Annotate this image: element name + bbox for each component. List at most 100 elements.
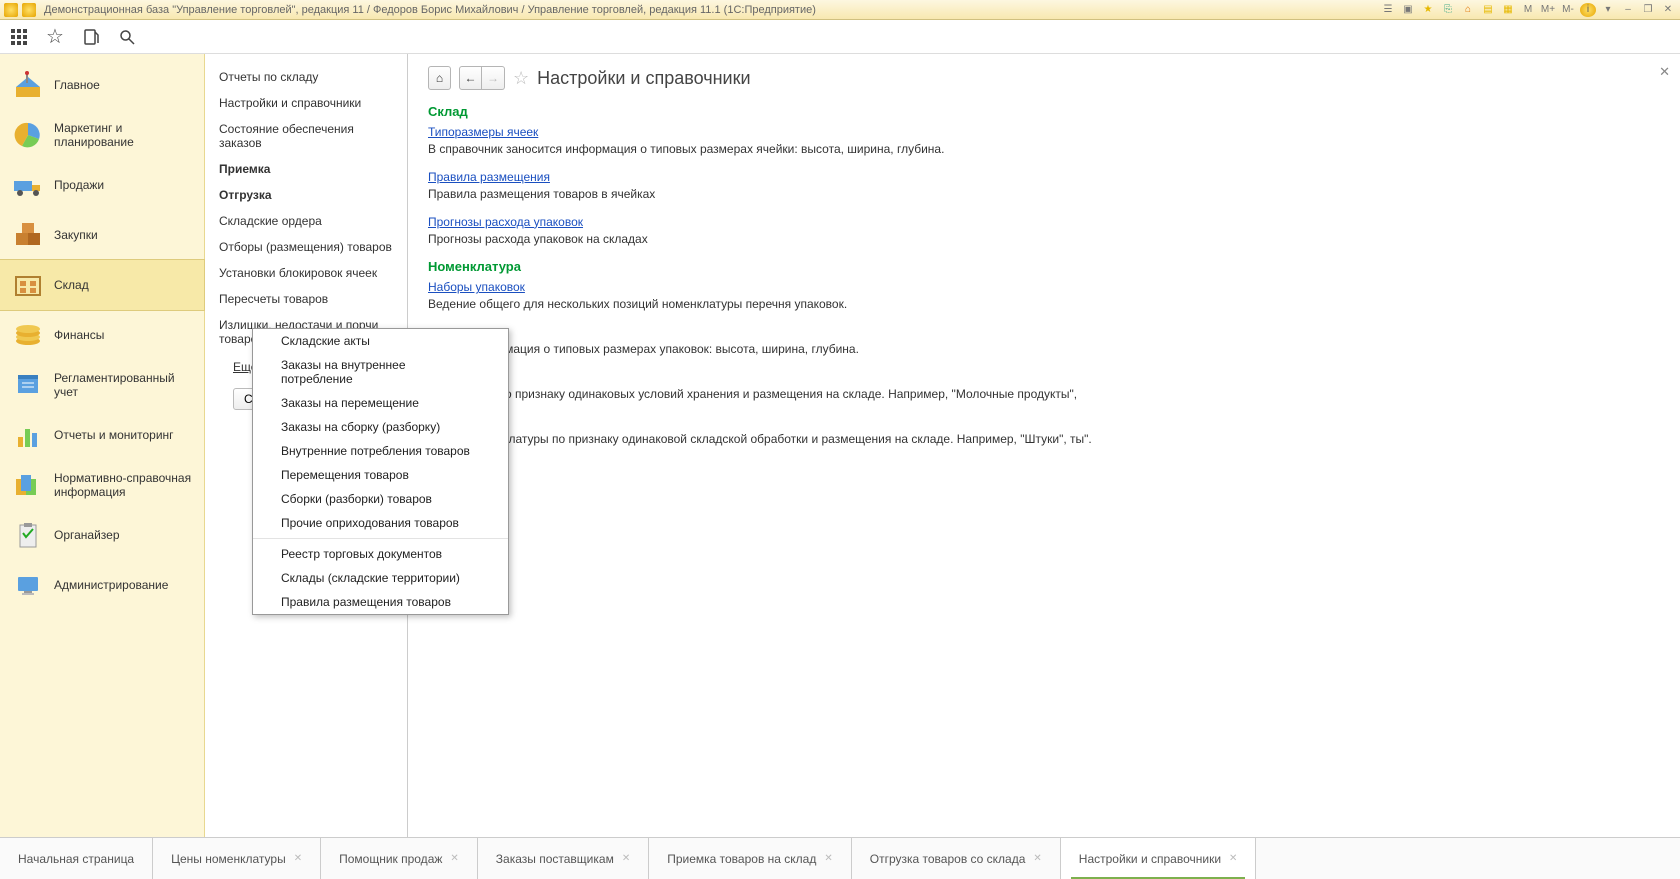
subnav-item-picking[interactable]: Отборы (размещения) товаров [205, 234, 407, 260]
tab-label: Настройки и справочники [1079, 852, 1221, 866]
link-cell-sizes[interactable]: Типоразмеры ячеек [428, 125, 538, 139]
tab-sales-assistant[interactable]: Помощник продаж ✕ [321, 838, 478, 879]
tab-close-icon[interactable]: ✕ [1229, 853, 1237, 864]
warehouse-icon [12, 269, 44, 301]
link-package-forecast[interactable]: Прогнозы расхода упаковок [428, 215, 583, 229]
subnav-item-settings[interactable]: Настройки и справочники [205, 90, 407, 116]
close-button[interactable]: ✕ [1660, 3, 1676, 17]
titlebar-scale-icon[interactable]: ▣ [1400, 3, 1416, 17]
desc-placement-rules: Правила размещения товаров в ячейках [428, 186, 1148, 203]
tab-settings[interactable]: Настройки и справочники ✕ [1061, 838, 1257, 879]
titlebar-mplus-btn[interactable]: М+ [1540, 3, 1556, 17]
titlebar-link-icon[interactable]: ⎘ [1440, 3, 1456, 17]
tab-start-page[interactable]: Начальная страница [0, 838, 153, 879]
popup-item-registry[interactable]: Реестр торговых документов [253, 542, 508, 566]
tab-label: Помощник продаж [339, 852, 442, 866]
subnav-item-orders[interactable]: Складские ордера [205, 208, 407, 234]
subnav-item-supply-state[interactable]: Состояние обеспечения заказов [205, 116, 407, 156]
window-title: Демонстрационная база "Управление торгов… [44, 4, 816, 16]
pie-chart-icon [12, 119, 44, 151]
link-package-sets[interactable]: Наборы упаковок [428, 280, 525, 294]
popup-item-other-receipts[interactable]: Прочие оприходования товаров [253, 511, 508, 535]
minimize-button[interactable]: – [1620, 3, 1636, 17]
popup-item-warehouses[interactable]: Склады (складские территории) [253, 566, 508, 590]
nav-item-sales[interactable]: Продажи [0, 160, 204, 210]
nav-item-warehouse[interactable]: Склад [0, 260, 204, 310]
desc-pack-groups-partial: аковок номенклатуры по признаку одинаков… [428, 431, 1148, 448]
section-heading-warehouse: Склад [428, 104, 1660, 119]
search-icon[interactable] [118, 28, 136, 46]
nav-item-marketing[interactable]: Маркетинг и планирование [0, 110, 204, 160]
favorite-star-icon[interactable]: ☆ [513, 68, 529, 89]
tab-close-icon[interactable]: ✕ [294, 853, 302, 864]
nav-label: Финансы [54, 328, 104, 342]
nav-item-main[interactable]: Главное [0, 60, 204, 110]
sections-icon[interactable] [10, 28, 28, 46]
coins-icon [12, 319, 44, 351]
popup-item-acts[interactable]: Складские акты [253, 329, 508, 353]
content-close-button[interactable]: ✕ [1659, 64, 1670, 80]
truck-icon [12, 169, 44, 201]
titlebar-calendar-icon[interactable]: ▦ [1500, 3, 1516, 17]
content-area: ✕ ⌂ ← → ☆ Настройки и справочники Склад … [408, 54, 1680, 837]
subnav-heading-shipping[interactable]: Отгрузка [205, 182, 407, 208]
page-title: Настройки и справочники [537, 68, 750, 89]
nav-item-reports[interactable]: Отчеты и мониторинг [0, 410, 204, 460]
tab-label: Приемка товаров на склад [667, 852, 816, 866]
nav-label: Закупки [54, 228, 98, 242]
popup-item-transfers[interactable]: Перемещения товаров [253, 463, 508, 487]
titlebar-star-icon[interactable]: ★ [1420, 3, 1436, 17]
subnav-item-reports[interactable]: Отчеты по складу [205, 64, 407, 90]
nav-item-purchases[interactable]: Закупки [0, 210, 204, 260]
back-button[interactable]: ← [459, 66, 482, 90]
popup-item-assemblies[interactable]: Сборки (разборки) товаров [253, 487, 508, 511]
titlebar-calc-icon[interactable]: ▤ [1480, 3, 1496, 17]
home-icon [12, 69, 44, 101]
forward-button[interactable]: → [482, 66, 505, 90]
titlebar-mminus-btn[interactable]: М- [1560, 3, 1576, 17]
titlebar-home-icon[interactable]: ⌂ [1460, 3, 1476, 17]
desc-nomen-groups-partial: менклатуры по признаку одинаковых услови… [428, 386, 1148, 403]
titlebar-m-btn[interactable]: М [1520, 3, 1536, 17]
nav-item-accounting[interactable]: Регламентированный учет [0, 360, 204, 410]
popup-item-assembly-orders[interactable]: Заказы на сборку (разборку) [253, 415, 508, 439]
clipboard-icon [12, 519, 44, 551]
popup-item-transfer-orders[interactable]: Заказы на перемещение [253, 391, 508, 415]
tab-supplier-orders[interactable]: Заказы поставщикам ✕ [478, 838, 649, 879]
nav-item-reference[interactable]: Нормативно-справочная информация [0, 460, 204, 510]
titlebar-info-btn[interactable]: i [1580, 3, 1596, 17]
tab-close-icon[interactable]: ✕ [622, 853, 630, 864]
desc-package-forecast: Прогнозы расхода упаковок на складах [428, 231, 1148, 248]
tab-label: Отгрузка товаров со склада [870, 852, 1026, 866]
boxes-icon [12, 219, 44, 251]
desc-cell-sizes: В справочник заносится информация о типо… [428, 141, 1148, 158]
maximize-button[interactable]: ❐ [1640, 3, 1656, 17]
nav-item-finance[interactable]: Финансы [0, 310, 204, 360]
bar-chart-icon [12, 419, 44, 451]
nav-item-admin[interactable]: Администрирование [0, 560, 204, 610]
popup-item-internal-orders[interactable]: Заказы на внутреннее потребление [253, 353, 508, 391]
subnav-item-recounts[interactable]: Пересчеты товаров [205, 286, 407, 312]
reload-icon[interactable] [22, 3, 36, 17]
tab-close-icon[interactable]: ✕ [450, 853, 458, 864]
favorites-icon[interactable]: ☆ [46, 28, 64, 46]
popup-item-placement-rules[interactable]: Правила размещения товаров [253, 590, 508, 614]
tab-close-icon[interactable]: ✕ [1033, 853, 1041, 864]
tab-prices[interactable]: Цены номенклатуры ✕ [153, 838, 321, 879]
bottom-tabs: Начальная страница Цены номенклатуры ✕ П… [0, 837, 1680, 879]
subnav-heading-receiving[interactable]: Приемка [205, 156, 407, 182]
nav-label: Склад [54, 278, 89, 292]
tab-receive-goods[interactable]: Приемка товаров на склад ✕ [649, 838, 852, 879]
app-icon-1c [4, 3, 18, 17]
history-icon[interactable] [82, 28, 100, 46]
subnav-item-locks[interactable]: Установки блокировок ячеек [205, 260, 407, 286]
tab-ship-goods[interactable]: Отгрузка товаров со склада ✕ [852, 838, 1061, 879]
home-button[interactable]: ⌂ [428, 66, 451, 90]
nav-item-organizer[interactable]: Органайзер [0, 510, 204, 560]
tab-close-icon[interactable]: ✕ [824, 853, 832, 864]
link-placement-rules[interactable]: Правила размещения [428, 170, 550, 184]
popup-item-internal-consumption[interactable]: Внутренние потребления товаров [253, 439, 508, 463]
titlebar-help-icon[interactable]: ☰ [1380, 3, 1396, 17]
nav-label: Главное [54, 78, 100, 92]
left-navigation: Главное Маркетинг и планирование Продажи… [0, 54, 205, 837]
